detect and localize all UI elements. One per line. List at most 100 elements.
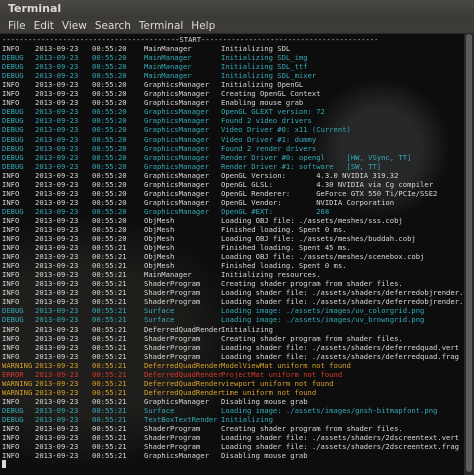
- log-time: 00:55:20: [92, 71, 127, 81]
- log-date: 2013-09-23: [35, 188, 79, 198]
- log-line: INFO 2013-09-23 00:55:20 GraphicsManager Ope…: [2, 171, 464, 180]
- log-line: WARNING 2013-09-23 00:55:21 DeferredQuadRen…: [2, 361, 464, 370]
- log-source: GraphicsManager: [144, 161, 209, 171]
- window-titlebar[interactable]: Terminal: [0, 0, 474, 18]
- log-date: 2013-09-23: [35, 71, 79, 81]
- log-message: Initializing: [221, 324, 273, 334]
- menu-search[interactable]: Search: [91, 18, 135, 33]
- log-level: INFO: [2, 324, 20, 334]
- log-source: ShaderProgram: [144, 288, 201, 298]
- log-message: Video Driver #0: x11 (Current): [221, 125, 351, 135]
- log-date: 2013-09-23: [35, 342, 79, 352]
- log-source: MainManager: [144, 270, 192, 280]
- log-line: INFO 2013-09-23 00:55:21 ShaderProgram Loadi…: [2, 297, 464, 306]
- log-message: Loading image: ./assets/images/uv_colorg…: [221, 306, 425, 316]
- log-message: Video Driver #1: dummy: [221, 134, 317, 144]
- menu-view[interactable]: View: [58, 18, 91, 33]
- log-level: INFO: [2, 243, 20, 253]
- log-time: 00:55:20: [92, 206, 127, 216]
- log-time: 00:55:21: [92, 405, 127, 415]
- terminal-output[interactable]: ----------------------------------------…: [0, 34, 464, 475]
- log-level: INFO: [2, 297, 20, 307]
- log-message: ModelViewMat uniform not found: [221, 360, 351, 370]
- log-date: 2013-09-23: [35, 206, 79, 216]
- log-time: 00:55:20: [92, 179, 127, 189]
- log-level: INFO: [2, 442, 20, 452]
- log-line: DEBUG 2013-09-23 00:55:20 GraphicsManager Vi…: [2, 125, 464, 134]
- log-message: Loading shader file: ./assets/shaders/de…: [221, 342, 459, 352]
- scrollbar[interactable]: [464, 34, 474, 475]
- log-source: GraphicsManager: [144, 125, 209, 135]
- log-source: ShaderProgram: [144, 424, 201, 434]
- log-time: 00:55:21: [92, 306, 127, 316]
- log-time: 00:55:21: [92, 360, 127, 370]
- log-message: Loading image: ./assets/images/uv_browng…: [221, 315, 425, 325]
- log-level: INFO: [2, 224, 20, 234]
- log-time: 00:55:21: [92, 378, 127, 388]
- log-date: 2013-09-23: [35, 451, 79, 461]
- log-date: 2013-09-23: [35, 116, 79, 126]
- log-time: 00:55:21: [92, 288, 127, 298]
- log-source: GraphicsManager: [144, 451, 209, 461]
- log-date: 2013-09-23: [35, 360, 79, 370]
- menu-edit[interactable]: Edit: [30, 18, 58, 33]
- scrollbar-thumb[interactable]: [466, 34, 472, 472]
- log-message: viewport uniform not found: [221, 378, 334, 388]
- log-level: DEBUG: [2, 134, 24, 144]
- log-message: Loading shader file: ./assets/shaders/de…: [221, 288, 464, 298]
- log-message: Found 2 render drivers: [221, 143, 317, 153]
- log-date: 2013-09-23: [35, 414, 79, 424]
- log-time: 00:55:21: [92, 324, 127, 334]
- log-time: 00:55:20: [92, 215, 127, 225]
- menu-bar: File Edit View Search Terminal Help: [0, 18, 474, 34]
- log-line: INFO 2013-09-23 00:55:21 ShaderProgram Loadi…: [2, 343, 464, 352]
- log-date: 2013-09-23: [35, 44, 79, 54]
- log-level: INFO: [2, 44, 20, 54]
- log-date: 2013-09-23: [35, 161, 79, 171]
- log-date: 2013-09-23: [35, 98, 79, 108]
- log-source: GraphicsManager: [144, 206, 209, 216]
- log-time: 00:55:20: [92, 98, 127, 108]
- log-line: INFO 2013-09-23 00:55:20 GraphicsManager Cre…: [2, 89, 464, 98]
- log-level: DEBUG: [2, 315, 24, 325]
- log-date: 2013-09-23: [35, 351, 79, 361]
- log-date: 2013-09-23: [35, 297, 79, 307]
- log-message: Loading shader file: ./assets/shaders/2d…: [221, 442, 459, 452]
- log-date: 2013-09-23: [35, 306, 79, 316]
- log-level: DEBUG: [2, 152, 24, 162]
- log-line: INFO 2013-09-23 00:55:21 GraphicsManager Dis…: [2, 451, 464, 460]
- log-line: WARNING 2013-09-23 00:55:21 DeferredQuadRen…: [2, 388, 464, 397]
- log-date: 2013-09-23: [35, 252, 79, 262]
- log-level: WARNING: [2, 360, 33, 370]
- log-message: Loading image: ./assets/images/gnsh-bitm…: [221, 405, 438, 415]
- log-source: ObjMesh: [144, 234, 175, 244]
- log-date: 2013-09-23: [35, 143, 79, 153]
- log-source: Surface: [144, 306, 175, 316]
- menu-help[interactable]: Help: [187, 18, 219, 33]
- log-source: ObjMesh: [144, 261, 175, 271]
- log-time: 00:55:21: [92, 351, 127, 361]
- log-message: Initializing SDL: [221, 44, 291, 54]
- log-date: 2013-09-23: [35, 62, 79, 72]
- log-message: Initializing: [221, 414, 273, 424]
- log-line: INFO 2013-09-23 00:55:21 ShaderProgram Creat…: [2, 279, 464, 288]
- menu-terminal[interactable]: Terminal: [135, 18, 187, 33]
- log-source: GraphicsManager: [144, 134, 209, 144]
- log-date: 2013-09-23: [35, 396, 79, 406]
- log-time: 00:55:21: [92, 424, 127, 434]
- log-line: INFO 2013-09-23 00:55:21 ShaderProgram Loadi…: [2, 442, 464, 451]
- log-date: 2013-09-23: [35, 270, 79, 280]
- log-level: WARNING: [2, 387, 33, 397]
- log-date: 2013-09-23: [35, 215, 79, 225]
- log-time: 00:55:21: [92, 369, 127, 379]
- log-date: 2013-09-23: [35, 261, 79, 271]
- log-line: INFO 2013-09-23 00:55:21 ShaderProgram Loadi…: [2, 288, 464, 297]
- log-line: DEBUG 2013-09-23 00:55:20 GraphicsManager Fo…: [2, 144, 464, 153]
- log-message: Loading shader file: ./assets/shaders/de…: [221, 351, 459, 361]
- log-source: ShaderProgram: [144, 433, 201, 443]
- log-source: GraphicsManager: [144, 197, 209, 207]
- log-level: INFO: [2, 342, 20, 352]
- log-level: INFO: [2, 333, 20, 343]
- log-level: DEBUG: [2, 53, 24, 63]
- menu-file[interactable]: File: [4, 18, 30, 33]
